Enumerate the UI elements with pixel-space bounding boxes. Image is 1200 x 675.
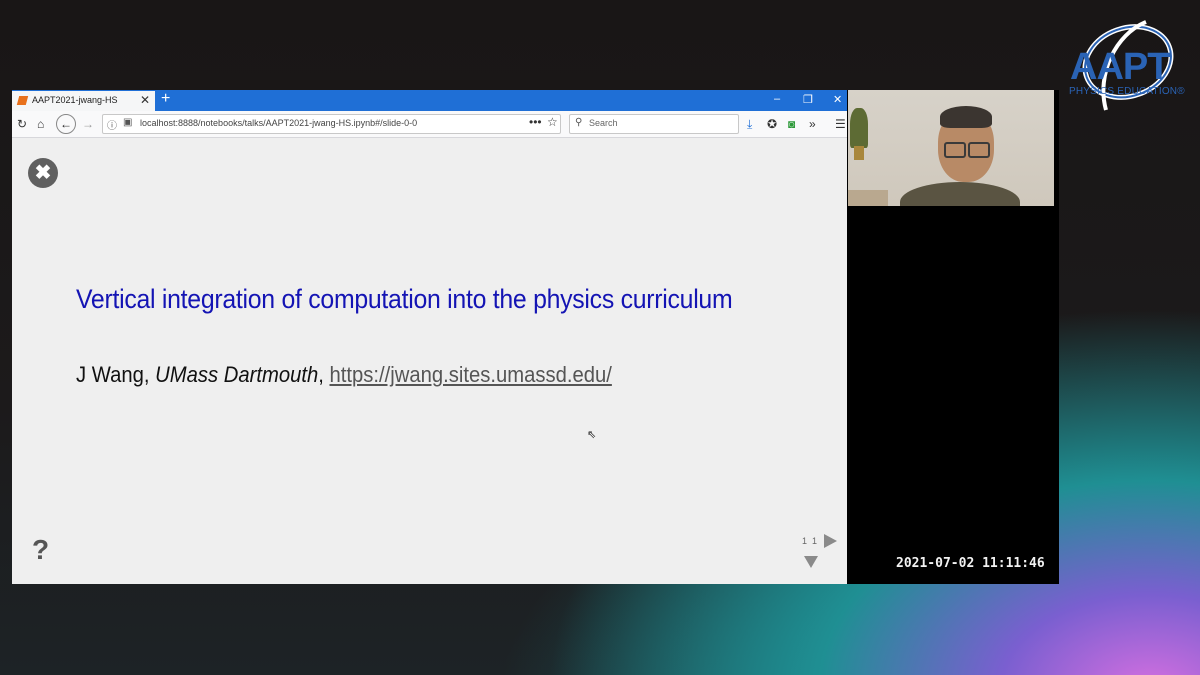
home-icon[interactable]: ⌂ [37,117,44,131]
url-bar[interactable]: ⓘ ▣ localhost:8888/notebooks/talks/AAPT2… [102,114,561,134]
restore-button[interactable]: ❐ [803,93,813,106]
author-website-link[interactable]: https://jwang.sites.umassd.edu/ [329,362,611,387]
webcam-feed [848,90,1054,206]
window-close-button[interactable]: ✕ [833,93,842,106]
info-icon[interactable]: ⓘ [107,117,117,132]
presenter-hair [940,106,992,128]
plant-shape [850,108,868,148]
tab-title: AAPT2021-jwang-HS [32,95,118,105]
browser-tab[interactable]: AAPT2021-jwang-HS ✕ [12,91,155,111]
presentation-slide: ✖ Vertical integration of computation in… [12,138,847,584]
tab-close-icon[interactable]: ✕ [140,93,150,107]
page-actions-icon[interactable]: ••• [529,115,542,129]
search-icon: ⚲ [575,117,583,128]
search-placeholder: Search [589,118,618,128]
url-text: localhost:8888/notebooks/talks/AAPT2021-… [140,118,418,128]
slide-author-line: J Wang, UMass Dartmouth, https://jwang.s… [76,362,612,388]
presenter-body [900,182,1020,206]
affiliation-separator: , [318,362,330,387]
new-tab-button[interactable]: + [161,90,170,108]
logo-subtitle: PHYSICS EDUCATION® [1069,86,1185,97]
hamburger-menu-icon[interactable]: ☰ [835,117,846,131]
bookmark-star-icon[interactable]: ☆ [547,115,558,129]
down-slide-arrow-icon[interactable] [804,556,818,568]
help-icon[interactable]: ? [32,534,49,566]
tracking-shield-icon[interactable]: ▣ [123,117,132,128]
minimize-button[interactable]: – [774,93,780,105]
back-button-icon[interactable]: ← [56,114,76,134]
search-input[interactable]: ⚲ Search [569,114,739,134]
slide-title: Vertical integration of computation into… [76,284,733,314]
mouse-cursor-icon: ⇖ [587,429,597,441]
slide-pager: 1 1 [802,536,817,546]
sync-extension-icon[interactable]: ◙ [788,117,795,131]
shelf-shape [848,190,888,206]
close-slideshow-icon[interactable]: ✖ [28,158,58,188]
browser-titlebar: AAPT2021-jwang-HS ✕ + – ❐ ✕ [12,90,847,111]
video-timestamp: 2021-07-02 11:11:46 [896,556,1045,571]
pager-horizontal: 1 [802,536,808,546]
reload-icon[interactable]: ↻ [17,117,27,131]
forward-icon[interactable]: → [82,117,94,131]
author-name: J Wang [76,362,144,387]
downloads-icon[interactable]: ⤓ [747,117,752,132]
author-separator: , [143,362,156,387]
aapt-logo: AAPT PHYSICS EDUCATION® [1066,14,1190,116]
extension-icon[interactable]: ✪ [767,117,777,131]
overflow-menu-icon[interactable]: » [809,117,816,131]
glasses-left [944,142,966,158]
logo-text: AAPT [1070,46,1170,88]
author-affiliation: UMass Dartmouth [155,362,319,387]
pager-vertical: 1 [812,536,818,546]
pot-shape [854,146,864,160]
jupyter-favicon-icon [16,96,29,105]
next-slide-arrow-icon[interactable] [824,534,837,548]
browser-toolbar: ↻ ⌂ ← → ⓘ ▣ localhost:8888/notebooks/tal… [12,111,847,138]
browser-window: AAPT2021-jwang-HS ✕ + – ❐ ✕ ↻ ⌂ ← → ⓘ ▣ … [12,90,847,584]
glasses-right [968,142,990,158]
